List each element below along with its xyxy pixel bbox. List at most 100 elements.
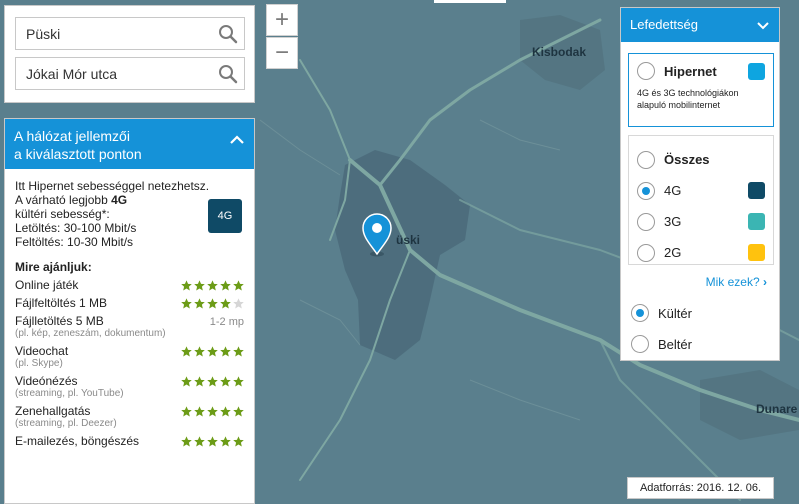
- chevron-right-icon: ›: [763, 275, 767, 289]
- hipernet-label: Hipernet: [664, 63, 717, 79]
- recommendation-row: Zenehallgatás: [15, 404, 244, 418]
- upload-speed: Feltöltés: 10-30 Mbit/s: [15, 235, 134, 249]
- technology-label: 2G: [664, 245, 682, 260]
- star-icon: [207, 376, 218, 387]
- technology-radio[interactable]: [637, 150, 655, 169]
- coverage-header[interactable]: Lefedettség: [621, 8, 779, 42]
- recommendation-name: E-mailezés, böngészés: [15, 434, 140, 448]
- star-icon: [194, 346, 205, 357]
- coverage-title: Lefedettség: [630, 17, 698, 32]
- network-info-panel: A hálózat jellemzői a kiválasztott ponto…: [4, 118, 255, 504]
- mik-ezek-link[interactable]: Mik ezek? ›: [706, 275, 767, 289]
- star-icon: [194, 280, 205, 291]
- star-icon: [233, 436, 244, 447]
- star-icon: [233, 346, 244, 357]
- technology-radio[interactable]: [637, 212, 655, 231]
- recommendation-sub: (pl. kép, zeneszám, dokumentum): [15, 328, 166, 339]
- environment-option-outdoor[interactable]: Kültér: [631, 304, 692, 322]
- technology-option[interactable]: Összes: [637, 144, 765, 175]
- recommendation-name: Fájlfeltöltés 1 MB: [15, 296, 108, 310]
- place-label-dunaremete: Dunare: [756, 402, 798, 416]
- technology-option[interactable]: 4G: [637, 175, 765, 206]
- star-icon: [181, 346, 192, 357]
- city-search-field: [15, 17, 245, 50]
- star-icon: [181, 376, 192, 387]
- hipernet-description: 4G és 3G technológiákon alapuló mobilint…: [637, 88, 739, 110]
- recommendation-row: Online játék: [15, 278, 244, 292]
- star-rating: [181, 374, 244, 387]
- recommendation-item: Online játék: [15, 278, 244, 292]
- network-info-header[interactable]: A hálózat jellemzői a kiválasztott ponto…: [5, 119, 254, 169]
- hipernet-radio[interactable]: [637, 62, 655, 80]
- network-info-title-line2: a kiválasztott ponton: [14, 146, 142, 162]
- technology-badge: 4G: [208, 199, 242, 233]
- recommendation-item: Fájlletöltés 5 MB 1-2 mp (pl. kép, zeneszá…: [15, 314, 244, 340]
- street-input[interactable]: [16, 58, 206, 89]
- recommendation-sub: (pl. Skype): [15, 358, 63, 369]
- environment-radio[interactable]: [631, 335, 649, 353]
- top-strip: [434, 0, 506, 3]
- technology-radio[interactable]: [637, 181, 655, 200]
- search-icon[interactable]: [218, 64, 238, 84]
- star-icon: [181, 280, 192, 291]
- street-search-field: [15, 57, 245, 90]
- star-icon: [181, 406, 192, 417]
- star-icon: [181, 298, 192, 309]
- star-icon: [207, 436, 218, 447]
- technology-color-swatch: [748, 182, 765, 199]
- search-icon[interactable]: [218, 24, 238, 44]
- star-icon: [194, 406, 205, 417]
- recommendation-item: Videochat (pl. Skype): [15, 344, 244, 370]
- hipernet-color-swatch: [748, 62, 765, 80]
- technology-option[interactable]: 3G: [637, 206, 765, 237]
- star-icon: [194, 436, 205, 447]
- technology-label: 3G: [664, 214, 682, 229]
- star-icon: [233, 406, 244, 417]
- intro-line2-prefix: A várható legjobb: [15, 193, 112, 207]
- technology-color-swatch: [748, 244, 765, 261]
- star-icon: [194, 298, 205, 309]
- star-icon: [220, 346, 231, 357]
- environment-radio[interactable]: [631, 304, 649, 322]
- technology-options: Összes 4G 3G 2G: [628, 135, 774, 265]
- zoom-in-button[interactable]: +: [266, 4, 298, 36]
- recommendation-item: E-mailezés, böngészés: [15, 434, 244, 448]
- technology-label: 4G: [664, 183, 682, 198]
- recommendation-item: Videónézés (streaming, pl. YouTube): [15, 374, 244, 400]
- star-icon: [207, 406, 218, 417]
- star-icon: [194, 376, 205, 387]
- data-source: Adatforrás: 2016. 12. 06.: [627, 477, 774, 499]
- environment-option-indoor[interactable]: Beltér: [631, 335, 692, 353]
- network-info-title-line1: A hálózat jellemzői: [14, 128, 130, 144]
- star-rating: [181, 278, 244, 291]
- technology-option[interactable]: 2G: [637, 237, 765, 268]
- chevron-down-icon[interactable]: [757, 21, 769, 30]
- star-icon: [207, 346, 218, 357]
- recommendation-row: Videochat: [15, 344, 244, 358]
- recommendation-row: Fájlletöltés 5 MB 1-2 mp: [15, 314, 244, 328]
- chevron-up-icon[interactable]: [230, 135, 244, 145]
- star-icon: [220, 298, 231, 309]
- star-icon: [220, 376, 231, 387]
- recommendation-sub: (streaming, pl. Deezer): [15, 418, 117, 429]
- star-icon: [207, 298, 218, 309]
- recommendation-name: Videónézés: [15, 374, 78, 388]
- star-icon: [220, 436, 231, 447]
- intro-line2-tech: 4G: [111, 193, 128, 207]
- recommendation-name: Online játék: [15, 278, 79, 292]
- recommendation-name: Zenehallgatás: [15, 404, 91, 418]
- place-label-puski: üski: [396, 233, 421, 247]
- recommendation-name: Fájlletöltés 5 MB: [15, 314, 104, 328]
- star-icon: [233, 280, 244, 291]
- zoom-out-button[interactable]: −: [266, 37, 298, 69]
- technology-radio[interactable]: [637, 243, 655, 262]
- hipernet-option[interactable]: Hipernet 4G és 3G technológiákon alapuló…: [628, 53, 774, 127]
- network-info-body: Itt Hipernet sebességgel netezhetsz. A v…: [5, 169, 254, 448]
- city-input[interactable]: [16, 18, 206, 49]
- mik-ezek-label: Mik ezek?: [705, 275, 760, 289]
- recommendation-row: Fájlfeltöltés 1 MB: [15, 296, 244, 310]
- recommendation-list: Online játék Fájlfeltöltés 1 MB Fájlletölt…: [15, 278, 244, 448]
- recommendation-sub: (streaming, pl. YouTube): [15, 388, 124, 399]
- star-rating: [181, 404, 244, 417]
- star-rating: [181, 296, 244, 309]
